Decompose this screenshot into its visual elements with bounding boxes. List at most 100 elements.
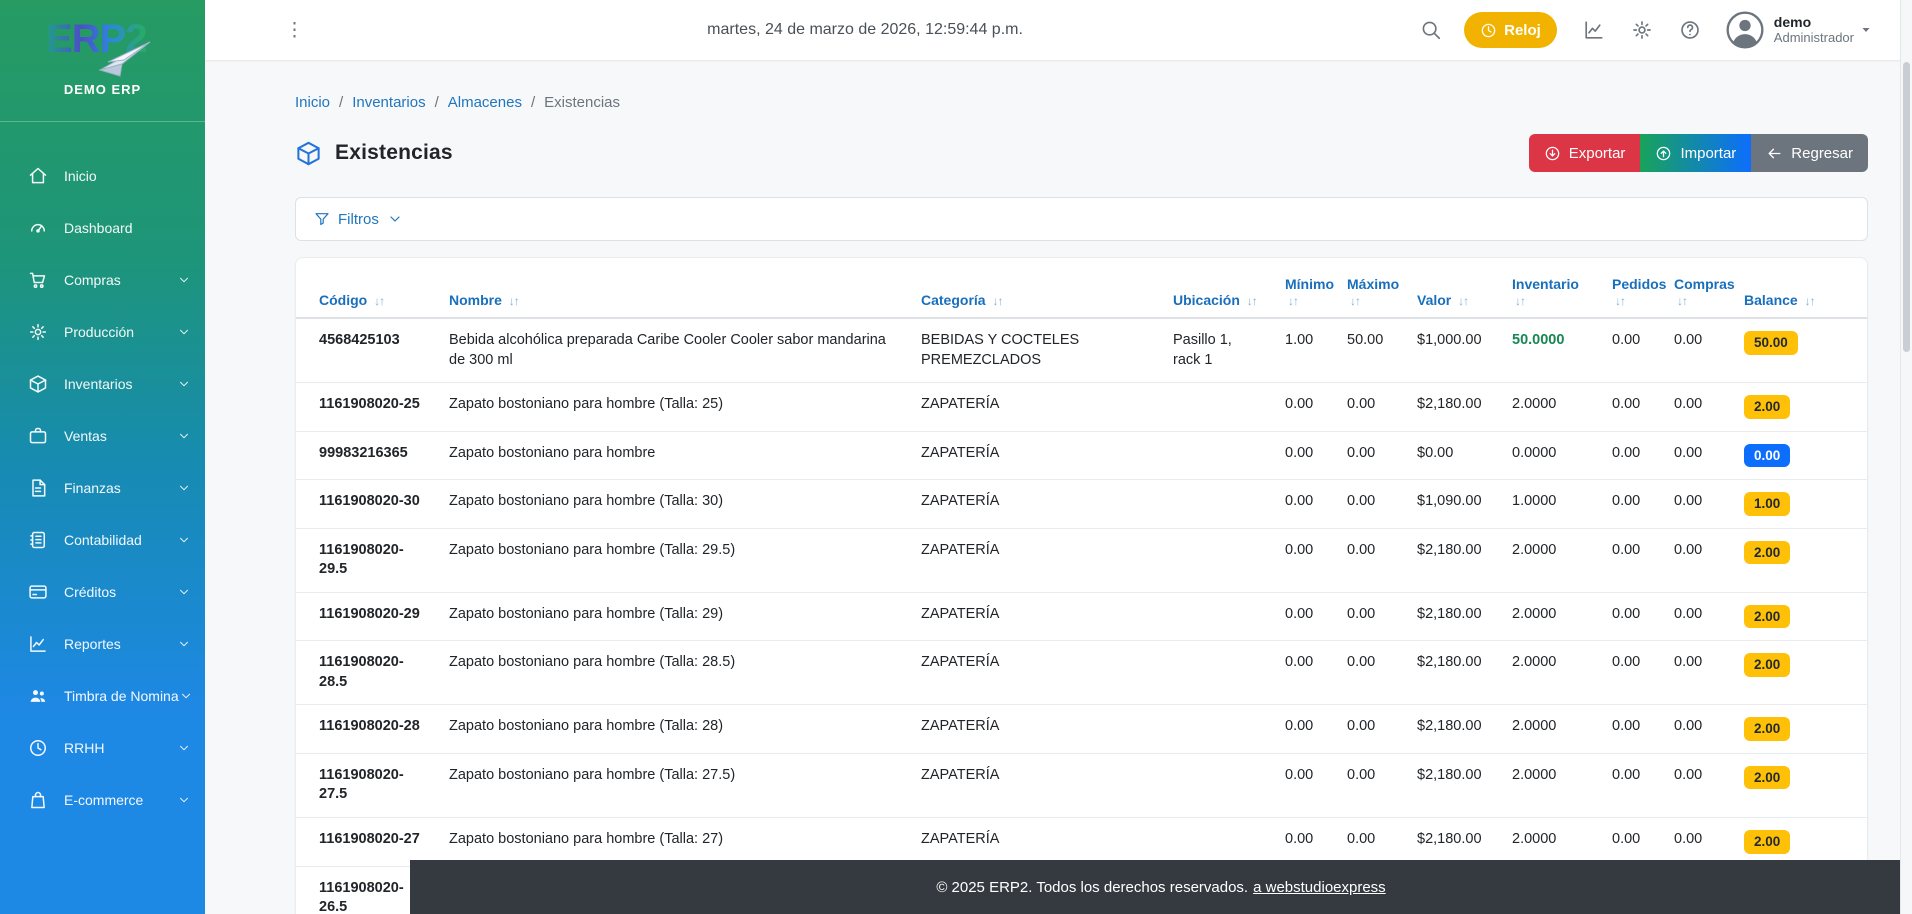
sidebar-item-contabilidad[interactable]: Contabilidad [0, 514, 205, 566]
chevron-down-icon [177, 273, 191, 287]
column-header-inventario[interactable]: Inventario ↓↑ [1500, 264, 1600, 319]
user-menu[interactable]: demo Administrador [1774, 14, 1854, 45]
chevron-down-icon [177, 793, 191, 807]
sidebar-item-produccion[interactable]: Producción [0, 306, 205, 358]
sidebar-item-ventas[interactable]: Ventas [0, 410, 205, 462]
sidebar-item-dashboard[interactable]: Dashboard [0, 202, 205, 254]
reloj-button[interactable]: Reloj [1464, 12, 1557, 48]
main-area: ⋮ martes, 24 de marzo de 2026, 12:59:44 … [205, 0, 1912, 914]
column-header-minimo[interactable]: Mínimo ↓↑ [1273, 264, 1335, 319]
cell-maximo: 0.00 [1335, 704, 1405, 754]
column-header-balance[interactable]: Balance ↓↑ [1732, 264, 1867, 319]
kebab-menu-icon[interactable]: ⋮ [279, 17, 310, 44]
sidebar-item-timbra-de-nomina[interactable]: Timbra de Nomina [0, 670, 205, 722]
column-header-compras[interactable]: Compras ↓↑ [1662, 264, 1735, 319]
cell-maximo: 0.00 [1335, 382, 1405, 432]
sidebar-item-reportes[interactable]: Reportes [0, 618, 205, 670]
sort-icon: ↓↑ [1677, 294, 1688, 308]
sidebar-item-label: Timbra de Nomina [64, 688, 179, 704]
help-icon[interactable] [1679, 19, 1701, 41]
cell-compras: 0.00 [1662, 704, 1732, 754]
export-button[interactable]: Exportar [1528, 134, 1641, 172]
breadcrumb-link-inicio[interactable]: Inicio [295, 94, 330, 111]
sidebar-item-inicio[interactable]: Inicio [0, 150, 205, 202]
cell-nombre: Zapato bostoniano para hombre (Talla: 27… [437, 817, 909, 867]
sidebar-item-creditos[interactable]: Créditos [0, 566, 205, 618]
column-header-pedidos[interactable]: Pedidos ↓↑ [1600, 264, 1666, 319]
cell-balance: 50.00 [1732, 318, 1867, 384]
cell-maximo: 0.00 [1335, 817, 1405, 867]
topbar-actions: Reloj demo Administrador [1420, 10, 1872, 50]
cell-codigo: 1161908020-28.5 [296, 640, 437, 706]
cell-valor: $2,180.00 [1405, 592, 1500, 642]
search-icon[interactable] [1420, 19, 1442, 41]
document-icon [28, 478, 48, 498]
cell-valor: $2,180.00 [1405, 817, 1500, 867]
breadcrumb-link-inventarios[interactable]: Inventarios [352, 94, 425, 111]
column-header-nombre[interactable]: Nombre ↓↑ [437, 264, 909, 319]
cell-pedidos: 0.00 [1600, 640, 1662, 706]
cell-pedidos: 0.00 [1600, 817, 1662, 867]
sidebar-item-inventarios[interactable]: Inventarios [0, 358, 205, 410]
back-button-label: Regresar [1791, 144, 1853, 162]
cell-nombre: Bebida alcohólica preparada Caribe Coole… [437, 318, 909, 384]
cell-pedidos: 0.00 [1600, 704, 1662, 754]
cell-balance: 2.00 [1732, 528, 1867, 593]
column-header-ubicacion[interactable]: Ubicación ↓↑ [1161, 264, 1273, 319]
cell-categoria: ZAPATERÍA [909, 382, 1161, 432]
footer-link[interactable]: a webstudioexpress [1253, 879, 1386, 896]
sidebar-item-finanzas[interactable]: Finanzas [0, 462, 205, 514]
clock-icon [28, 738, 48, 758]
filters-toggle[interactable]: Filtros [314, 211, 403, 228]
sidebar-item-label: Finanzas [64, 480, 121, 496]
cell-codigo: 1161908020-27.5 [296, 753, 437, 819]
footer-text: © 2025 ERP2. Todos los derechos reservad… [936, 878, 1249, 896]
table-header-row: Código ↓↑ Nombre ↓↑ Categoría ↓↑ Ubicación … [296, 264, 1867, 319]
sidebar-item-compras[interactable]: Compras [0, 254, 205, 306]
table-row: 1161908020-25 Zapato bostoniano para homb… [296, 382, 1867, 432]
gear-icon[interactable] [1631, 19, 1653, 41]
cell-nombre: Zapato bostoniano para hombre (Talla: 30… [437, 479, 909, 529]
cell-ubicacion: Pasillo 1, rack 1 [1161, 318, 1273, 384]
chevron-down-icon [177, 377, 191, 391]
cell-inventario: 2.0000 [1500, 640, 1600, 706]
sidebar-item-label: RRHH [64, 740, 105, 756]
window-scrollbar[interactable] [1900, 0, 1912, 914]
footer: © 2025 ERP2. Todos los derechos reservad… [410, 860, 1912, 914]
breadcrumb-separator: / [434, 94, 439, 111]
breadcrumb-current: Existencias [544, 94, 620, 111]
cell-ubicacion [1161, 817, 1273, 867]
import-button[interactable]: Importar [1640, 134, 1752, 172]
cell-balance: 1.00 [1732, 479, 1867, 529]
brand[interactable]: ERP2 DEMO ERP [0, 0, 205, 122]
cell-compras: 0.00 [1662, 528, 1732, 593]
cell-codigo: 1161908020-29.5 [296, 528, 437, 593]
chevron-down-icon [179, 689, 193, 703]
column-header-valor[interactable]: Valor ↓↑ [1405, 264, 1500, 319]
cell-valor: $0.00 [1405, 431, 1500, 481]
sidebar-item-e-commerce[interactable]: E-commerce [0, 774, 205, 826]
column-header-codigo[interactable]: Código ↓↑ [296, 264, 437, 319]
chevron-down-icon [177, 429, 191, 443]
scrollbar-thumb[interactable] [1903, 62, 1910, 352]
user-avatar[interactable] [1725, 10, 1765, 50]
filters-bar: Filtros [295, 197, 1868, 241]
balance-badge: 2.00 [1744, 717, 1791, 741]
caret-down-icon[interactable] [1860, 24, 1872, 36]
column-header-categoria[interactable]: Categoría ↓↑ [909, 264, 1161, 319]
line-chart-icon[interactable] [1583, 19, 1605, 41]
breadcrumb-link-almacenes[interactable]: Almacenes [448, 94, 522, 111]
sidebar-item-rrhh[interactable]: RRHH [0, 722, 205, 774]
cell-inventario: 0.0000 [1500, 431, 1600, 481]
cell-minimo: 0.00 [1273, 753, 1335, 819]
cell-nombre: Zapato bostoniano para hombre (Talla: 29… [437, 528, 909, 593]
cell-minimo: 0.00 [1273, 640, 1335, 706]
sidebar-item-label: Créditos [64, 584, 117, 600]
chevron-down-icon [177, 741, 191, 755]
cell-nombre: Zapato bostoniano para hombre (Talla: 28… [437, 640, 909, 706]
sort-icon: ↓↑ [374, 294, 385, 308]
header-datetime: martes, 24 de marzo de 2026, 12:59:44 p.… [707, 21, 1023, 38]
back-button[interactable]: Regresar [1751, 134, 1868, 172]
column-header-maximo[interactable]: Máximo ↓↑ [1335, 264, 1405, 319]
cell-codigo: 1161908020-25 [296, 382, 437, 432]
